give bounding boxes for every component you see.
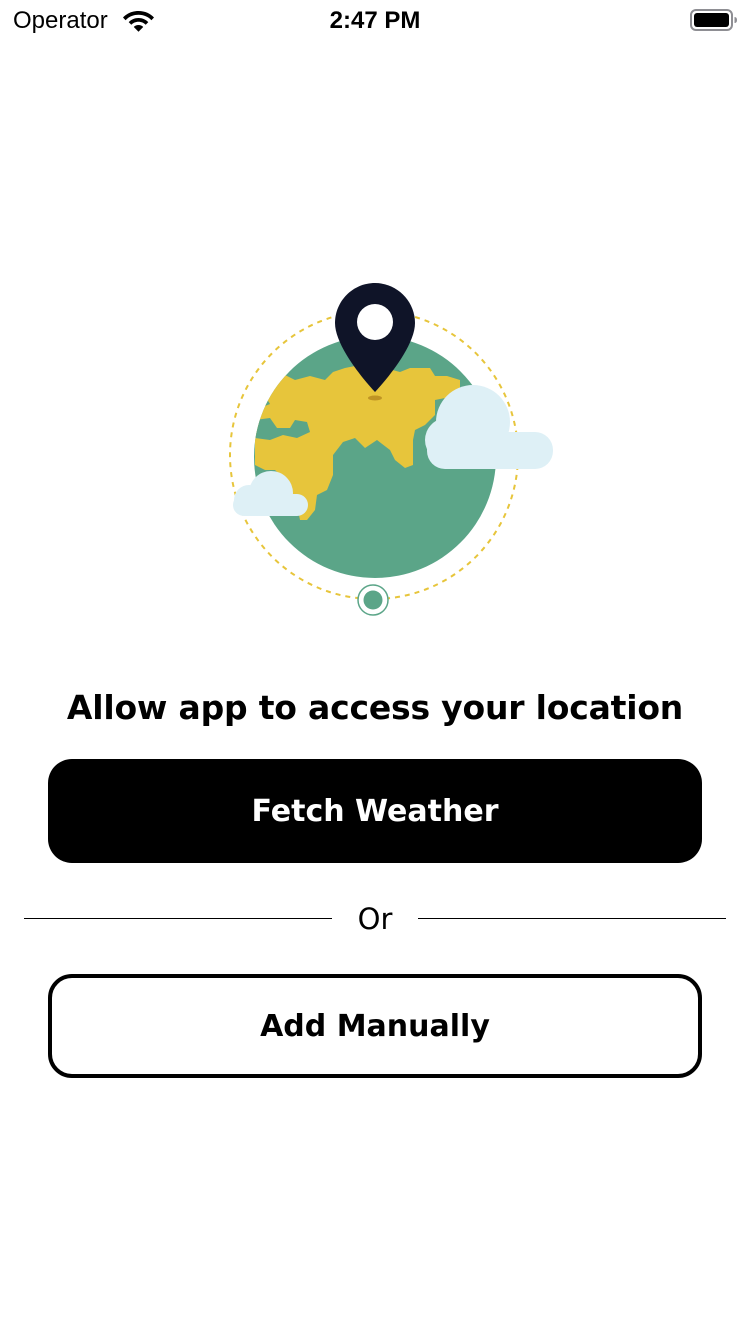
status-time: 2:47 PM	[329, 7, 421, 34]
divider-text: Or	[357, 902, 393, 936]
battery-full-icon	[690, 9, 737, 31]
fetch-weather-label: Fetch Weather	[251, 793, 499, 829]
add-manually-button[interactable]: Add Manually	[48, 974, 702, 1078]
add-manually-label: Add Manually	[260, 1008, 490, 1044]
location-illustration	[229, 283, 553, 616]
status-bar: Operator 2:47 PM	[0, 0, 750, 40]
fetch-weather-button[interactable]: Fetch Weather	[48, 759, 702, 863]
or-divider: Or	[24, 897, 726, 941]
divider-line-right	[418, 918, 726, 919]
page-title: Allow app to access your location	[66, 688, 684, 727]
orbit-node-icon	[357, 584, 389, 616]
